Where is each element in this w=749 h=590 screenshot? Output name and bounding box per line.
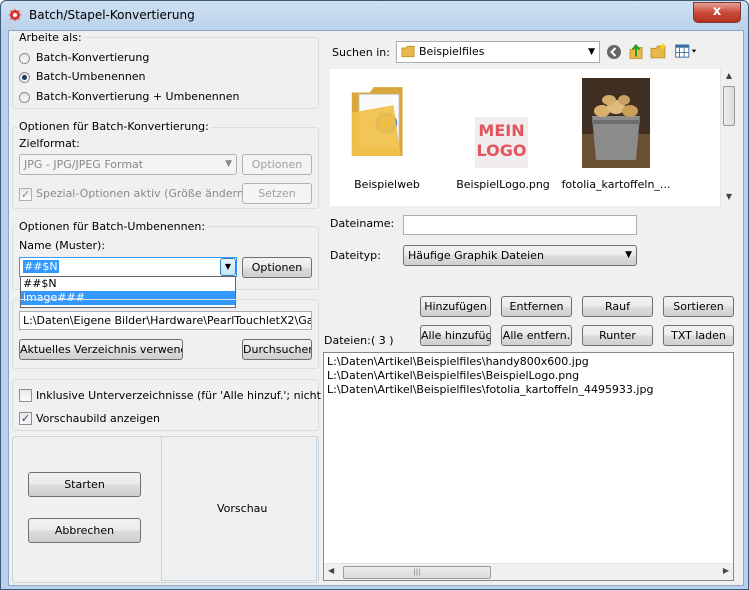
thumbnail-label[interactable]: fotolia_kartoffeln_...	[561, 178, 671, 191]
scroll-down-icon[interactable]: ▼	[721, 192, 737, 201]
filetype-value: Häufige Graphik Dateien	[408, 249, 544, 262]
include-subdirs-label: Inklusive Unterverzeichnisse (für 'Alle …	[36, 389, 359, 402]
logo-text: MEIN	[478, 121, 525, 140]
add-button[interactable]: Hinzufügen	[420, 296, 491, 317]
view-menu-icon[interactable]	[674, 44, 698, 59]
output-path-input[interactable]: L:\Daten\Eigene Bilder\Hardware\PearlTou…	[19, 311, 312, 330]
title-bar[interactable]: Batch/Stapel-Konvertierung x	[1, 1, 748, 29]
thumbnail-scrollbar[interactable]: ▲ ▼	[720, 69, 737, 206]
close-button[interactable]: x	[693, 2, 741, 23]
chevron-down-icon: ▼	[588, 47, 595, 57]
special-options-checkbox[interactable]: ✓	[19, 188, 32, 201]
convert-options-button[interactable]: Optionen	[242, 154, 312, 175]
window-title: Batch/Stapel-Konvertierung	[29, 8, 195, 22]
scroll-left-icon[interactable]: ◀	[328, 566, 334, 575]
folder-icon[interactable]	[350, 75, 408, 168]
show-preview-label: Vorschaubild anzeigen	[36, 412, 160, 425]
filetype-select[interactable]: Häufige Graphik Dateien ▼	[403, 245, 637, 266]
start-button[interactable]: Starten	[28, 472, 141, 497]
scroll-thumb[interactable]: |||	[343, 566, 491, 579]
sort-button[interactable]: Sortieren	[663, 296, 734, 317]
name-pattern-label: Name (Muster):	[19, 239, 106, 252]
files-label: Dateien:	[324, 334, 371, 347]
set-button[interactable]: Setzen	[242, 183, 312, 204]
potato-photo-thumbnail[interactable]	[582, 78, 650, 168]
load-txt-button[interactable]: TXT laden	[663, 325, 734, 346]
scroll-up-icon[interactable]: ▲	[721, 71, 737, 80]
rename-options-label: Optionen für Batch-Umbenennen:	[17, 220, 208, 233]
file-list-hscrollbar[interactable]: ◀ ||| ▶	[324, 563, 733, 580]
thumbnail-label[interactable]: BeispielLogo.png	[455, 178, 551, 191]
remove-button[interactable]: Entfernen	[501, 296, 572, 317]
rename-options-button[interactable]: Optionen	[242, 257, 312, 278]
search-in-label: Suchen in:	[332, 46, 390, 59]
radio-convert-and-rename-label[interactable]: Batch-Konvertierung + Umbenennen	[36, 90, 240, 103]
name-pattern-input[interactable]: ##$N	[19, 257, 237, 277]
list-item[interactable]: L:\Daten\Artikel\Beispielfiles\BeispielL…	[327, 369, 579, 382]
target-format-label: Zielformat:	[19, 137, 80, 150]
target-format-value: JPG - JPG/JPEG Format	[24, 158, 144, 171]
chevron-down-icon: ▼	[224, 262, 232, 271]
folder-icon	[401, 45, 415, 58]
chevron-down-icon: ▼	[225, 159, 232, 169]
folder-select[interactable]: Beispielfiles ▼	[396, 41, 600, 63]
files-count: ( 3 )	[371, 334, 394, 347]
list-item[interactable]: L:\Daten\Artikel\Beispielfiles\fotolia_k…	[327, 383, 653, 396]
radio-batch-convert-label[interactable]: Batch-Konvertierung	[36, 51, 149, 64]
back-icon[interactable]	[606, 44, 622, 60]
chevron-down-icon: ▼	[625, 250, 632, 260]
show-preview-checkbox[interactable]: ✓	[19, 412, 32, 425]
filetype-label: Dateityp:	[330, 249, 381, 262]
file-list[interactable]: L:\Daten\Artikel\Beispielfiles\handy800x…	[323, 352, 734, 581]
down-button[interactable]: Runter	[582, 325, 653, 346]
list-item[interactable]: L:\Daten\Artikel\Beispielfiles\handy800x…	[327, 355, 589, 368]
radio-batch-rename-label[interactable]: Batch-Umbenennen	[36, 70, 146, 83]
add-all-button[interactable]: Alle hinzufüg.	[420, 325, 491, 346]
special-options-label: Spezial-Optionen aktiv (Größe ändern etc…	[36, 187, 273, 200]
convert-options-label: Optionen für Batch-Konvertierung:	[17, 120, 211, 133]
up-folder-icon[interactable]	[628, 43, 644, 60]
radio-convert-and-rename[interactable]	[19, 92, 30, 103]
name-pattern-value: ##$N	[23, 260, 59, 273]
radio-batch-convert[interactable]	[19, 53, 30, 64]
dropdown-item[interactable]: ##$N	[21, 277, 235, 291]
logo-text: LOGO	[476, 141, 527, 160]
batch-window: Batch/Stapel-Konvertierung x Arbeite als…	[0, 0, 749, 590]
use-current-dir-button[interactable]: Aktuelles Verzeichnis verwenden	[19, 339, 183, 360]
include-subdirs-checkbox[interactable]	[19, 389, 32, 402]
target-format-select[interactable]: JPG - JPG/JPEG Format ▼	[19, 154, 237, 175]
radio-batch-rename[interactable]	[19, 72, 30, 83]
preview-label: Vorschau	[217, 502, 268, 515]
scroll-thumb[interactable]	[723, 86, 735, 126]
dropdown-arrow-button[interactable]: ▼	[220, 258, 236, 276]
cancel-button[interactable]: Abbrechen	[28, 518, 141, 543]
browse-button[interactable]: Durchsuchen	[242, 339, 312, 360]
folder-name: Beispielfiles	[419, 45, 485, 58]
client-area: Arbeite als: Batch-Konvertierung Batch-U…	[8, 30, 744, 586]
work-mode-label: Arbeite als:	[17, 31, 84, 44]
logo-thumbnail[interactable]: MEIN LOGO	[475, 117, 528, 168]
thumbnail-label[interactable]: Beispielweb	[347, 178, 427, 191]
filename-input[interactable]	[403, 215, 637, 235]
up-button[interactable]: Rauf	[582, 296, 653, 317]
scroll-right-icon[interactable]: ▶	[723, 566, 729, 575]
filename-label: Dateiname:	[330, 217, 395, 230]
remove-all-button[interactable]: Alle entfern.	[501, 325, 572, 346]
app-icon	[8, 8, 22, 22]
new-folder-icon[interactable]	[650, 43, 667, 60]
